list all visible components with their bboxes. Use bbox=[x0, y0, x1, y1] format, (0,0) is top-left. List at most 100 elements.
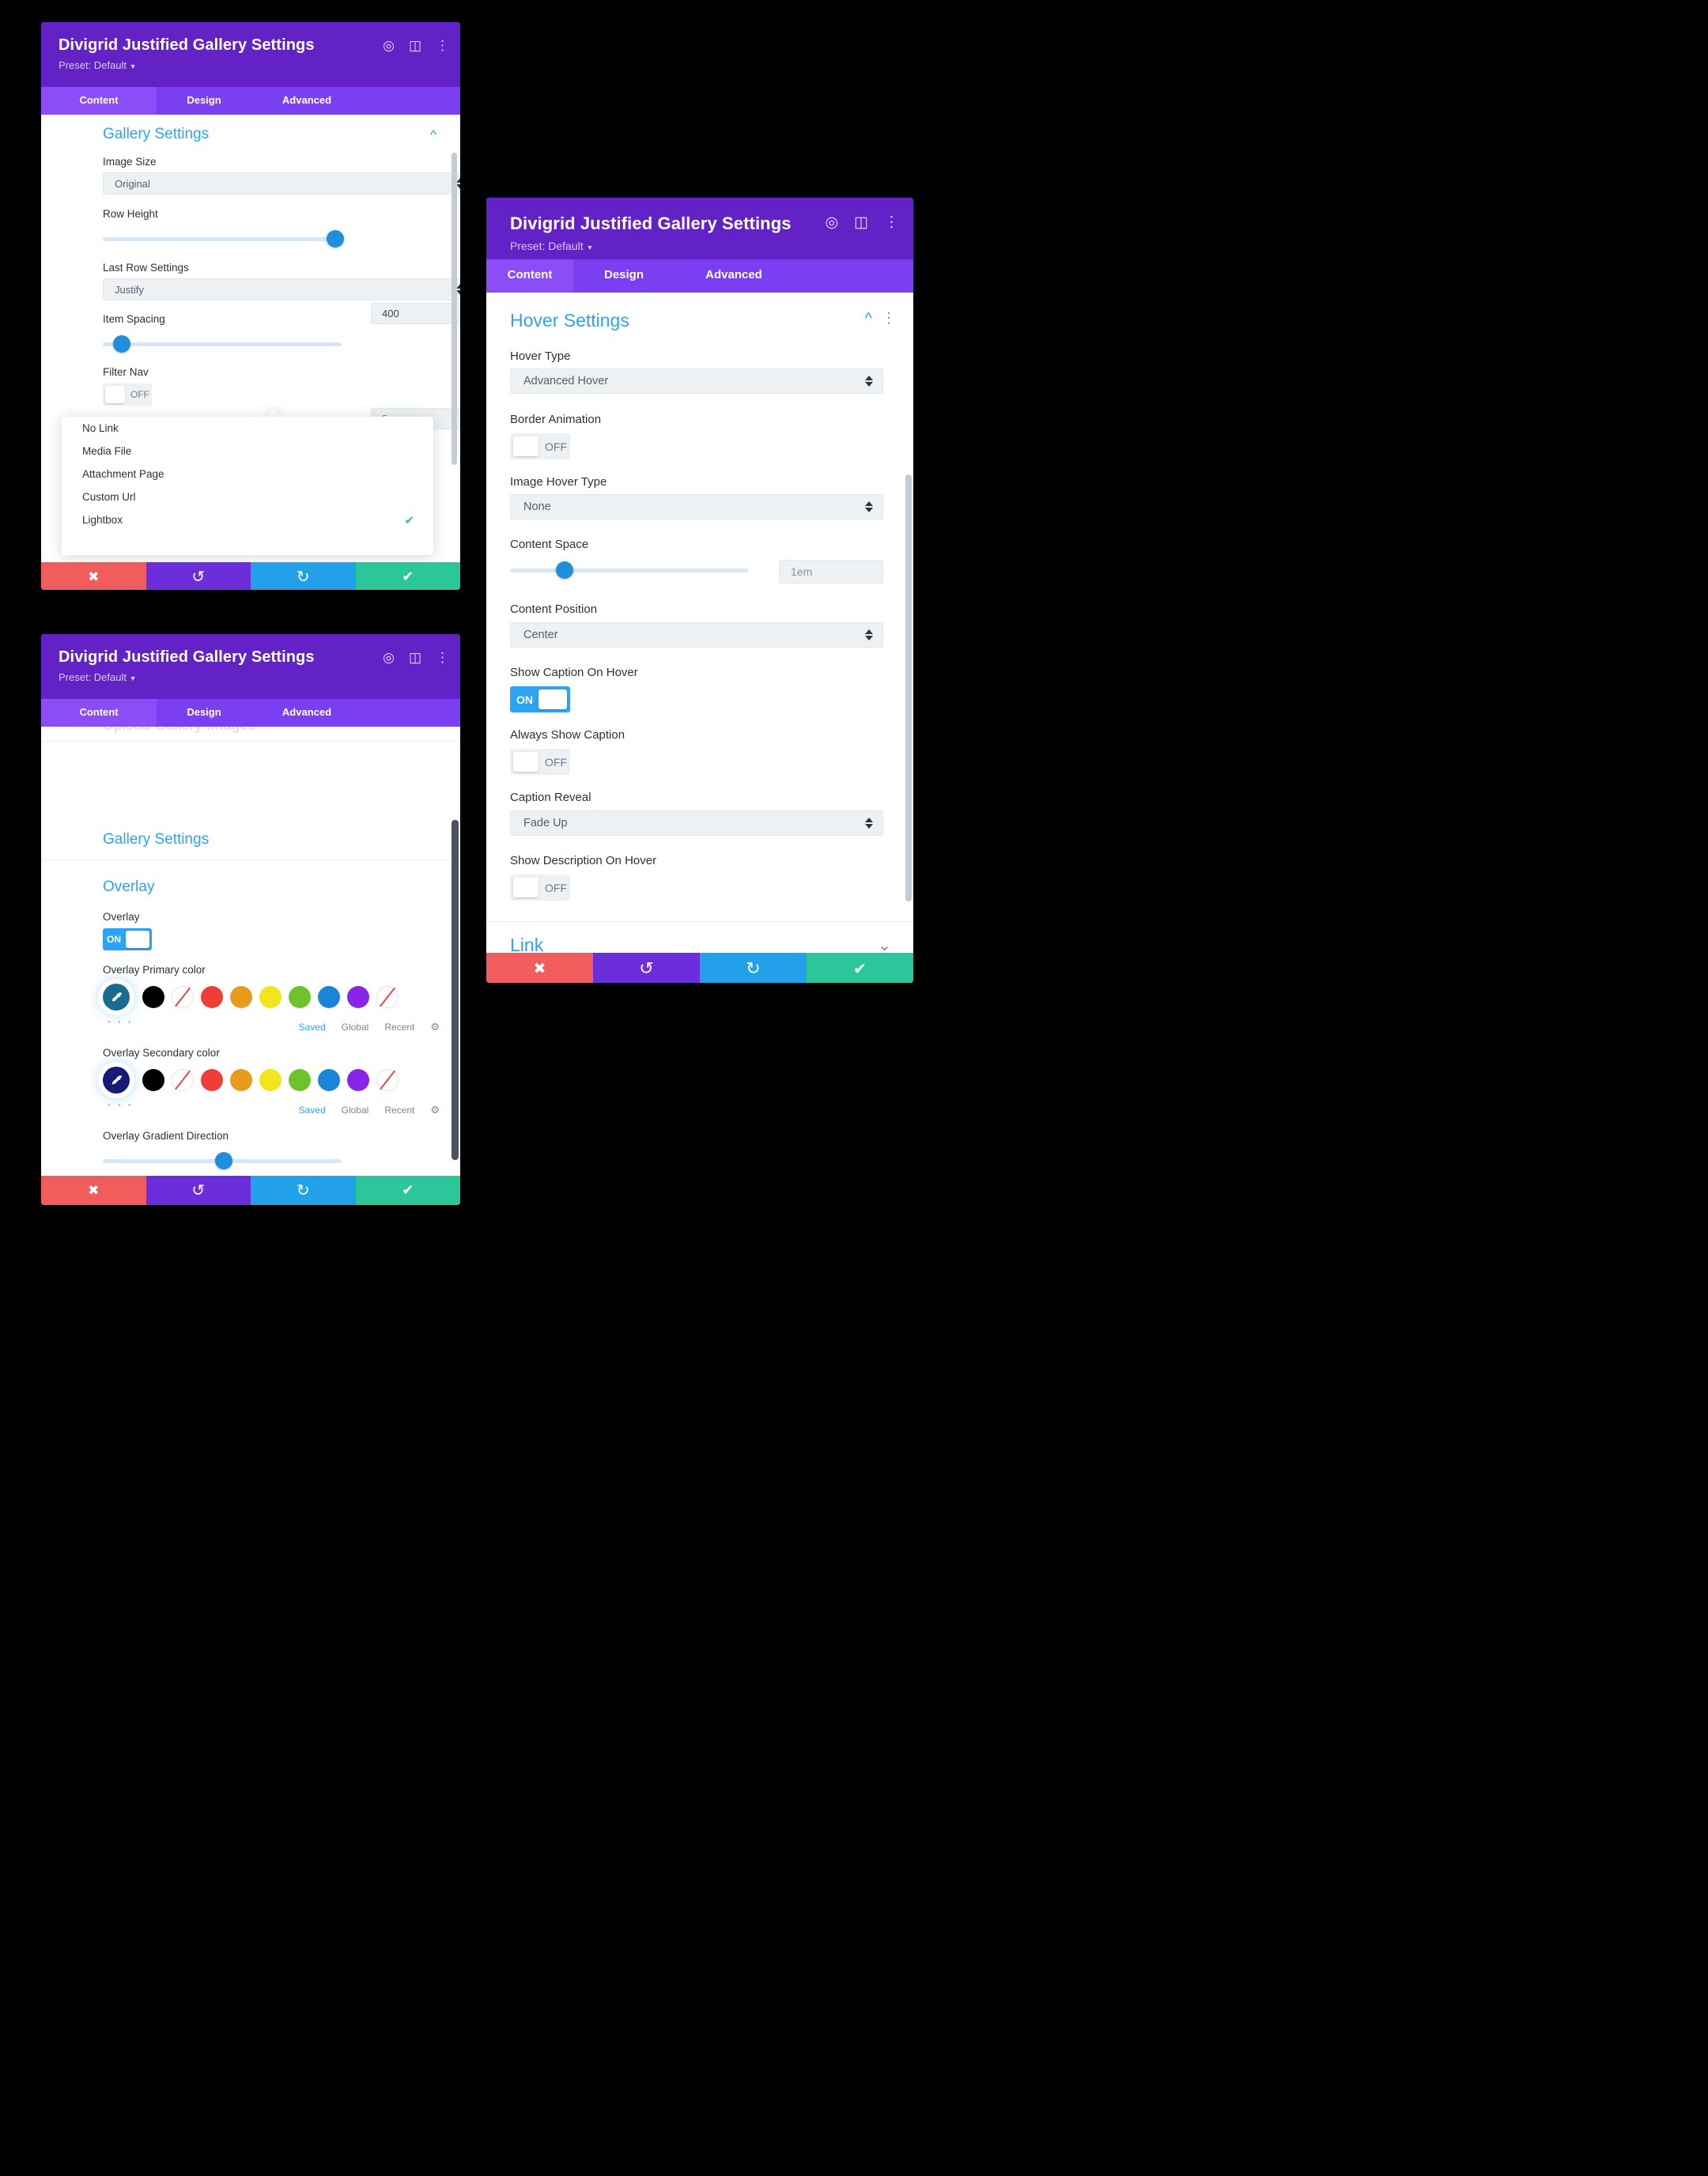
cancel-button[interactable]: ✖ bbox=[41, 1176, 146, 1205]
meta-recent[interactable]: Recent bbox=[384, 1105, 414, 1116]
swatch-yellow[interactable] bbox=[259, 1069, 282, 1091]
swatch-blue[interactable] bbox=[318, 1069, 340, 1091]
slider-knob[interactable] bbox=[215, 1152, 232, 1169]
slider-knob[interactable] bbox=[556, 561, 573, 579]
tab-advanced[interactable]: Advanced bbox=[251, 699, 362, 727]
value-content-space[interactable]: 1em bbox=[779, 560, 883, 584]
color-picker-primary[interactable] bbox=[103, 984, 130, 1011]
swatch-white[interactable] bbox=[172, 1069, 194, 1091]
fullscreen-icon[interactable]: ◎ bbox=[825, 213, 838, 232]
swatch-none[interactable] bbox=[376, 1069, 399, 1091]
swatch-orange[interactable] bbox=[230, 1069, 252, 1091]
preset-dropdown[interactable]: Preset: Default ▼ bbox=[59, 59, 436, 71]
save-button[interactable]: ✔ bbox=[807, 953, 913, 983]
select-caption-reveal[interactable]: Fade Up bbox=[510, 810, 883, 836]
section-overlay[interactable]: Overlay ^ bbox=[103, 878, 460, 896]
select-hover-type[interactable]: Advanced Hover bbox=[510, 368, 883, 394]
select-image-hover-type[interactable]: None bbox=[510, 494, 883, 519]
undo-button[interactable]: ↺ bbox=[593, 953, 700, 983]
toggle-overlay[interactable]: ON bbox=[103, 928, 152, 950]
swatch-blue[interactable] bbox=[318, 986, 340, 1008]
section-more-options-icon[interactable]: ⋮ bbox=[882, 310, 896, 327]
tab-advanced[interactable]: Advanced bbox=[675, 259, 793, 293]
fullscreen-icon[interactable]: ◎ bbox=[383, 650, 395, 666]
tab-design[interactable]: Design bbox=[573, 259, 675, 293]
tab-design[interactable]: Design bbox=[157, 699, 251, 727]
meta-global[interactable]: Global bbox=[342, 1022, 369, 1033]
swatch-red[interactable] bbox=[201, 986, 223, 1008]
split-view-icon[interactable]: ◫ bbox=[854, 213, 868, 232]
select-last-row-settings[interactable]: Justify bbox=[103, 278, 460, 300]
slider-overlay-gradient-direction[interactable] bbox=[103, 1152, 342, 1169]
swatch-none[interactable] bbox=[376, 986, 399, 1008]
swatch-overflow-dots-primary[interactable]: • • • bbox=[108, 1018, 134, 1027]
preset-dropdown[interactable]: Preset: Default ▼ bbox=[510, 240, 890, 252]
split-view-icon[interactable]: ◫ bbox=[409, 38, 421, 54]
meta-global[interactable]: Global bbox=[342, 1105, 369, 1116]
dropdown-item-custom-url[interactable]: Custom Url bbox=[62, 485, 433, 508]
meta-saved[interactable]: Saved bbox=[299, 1022, 326, 1033]
select-image-size[interactable]: Original bbox=[103, 172, 460, 195]
section-title-hover-settings[interactable]: Hover Settings bbox=[510, 310, 629, 331]
swatch-purple[interactable] bbox=[347, 1069, 369, 1091]
cancel-button[interactable]: ✖ bbox=[486, 953, 593, 983]
chevron-down-icon[interactable]: ⌄ bbox=[878, 935, 891, 953]
undo-button[interactable]: ↺ bbox=[145, 1176, 251, 1205]
split-view-icon[interactable]: ◫ bbox=[409, 650, 421, 666]
more-options-icon[interactable]: ⋮ bbox=[436, 650, 449, 666]
swatch-yellow[interactable] bbox=[259, 986, 282, 1008]
redo-button[interactable]: ↻ bbox=[251, 562, 356, 590]
dropdown-item-lightbox[interactable]: Lightbox ✔ bbox=[62, 508, 433, 531]
slider-knob[interactable] bbox=[327, 230, 344, 247]
swatch-orange[interactable] bbox=[230, 986, 252, 1008]
save-button[interactable]: ✔ bbox=[355, 562, 460, 590]
section-upload-gallery-images[interactable]: Upload Gallery Images ⌄ bbox=[103, 727, 460, 735]
fullscreen-icon[interactable]: ◎ bbox=[383, 38, 395, 54]
swatch-purple[interactable] bbox=[347, 986, 369, 1008]
section-collapse-chevron[interactable]: ^ bbox=[430, 127, 436, 143]
dropdown-item-attachment-page[interactable]: Attachment Page bbox=[62, 463, 433, 485]
more-options-icon[interactable]: ⋮ bbox=[884, 213, 899, 232]
swatch-red[interactable] bbox=[201, 1069, 223, 1091]
panel-scrollbar[interactable] bbox=[452, 820, 459, 1160]
dropdown-item-no-link[interactable]: No Link bbox=[62, 417, 433, 440]
section-collapse-chevron[interactable]: ^ bbox=[865, 310, 872, 328]
redo-button[interactable]: ↻ bbox=[251, 1176, 356, 1205]
toggle-always-show-caption[interactable]: OFF bbox=[510, 749, 570, 775]
swatch-white[interactable] bbox=[172, 986, 194, 1008]
preset-dropdown[interactable]: Preset: Default ▼ bbox=[59, 671, 436, 683]
swatch-overflow-dots-secondary[interactable]: • • • bbox=[108, 1101, 134, 1110]
tab-content[interactable]: Content bbox=[41, 87, 157, 115]
section-title-gallery-settings[interactable]: Gallery Settings bbox=[103, 126, 209, 142]
tab-content[interactable]: Content bbox=[41, 699, 157, 727]
toggle-show-caption-on-hover[interactable]: ON bbox=[510, 686, 570, 712]
swatch-green[interactable] bbox=[289, 1069, 311, 1091]
slider-row-height[interactable] bbox=[103, 230, 344, 247]
section-link[interactable]: Link ⌄ bbox=[510, 935, 891, 953]
cancel-button[interactable]: ✖ bbox=[41, 562, 146, 590]
slider-item-spacing[interactable] bbox=[103, 335, 342, 353]
tab-content[interactable]: Content bbox=[486, 259, 573, 293]
select-content-position[interactable]: Center bbox=[510, 622, 883, 648]
panel-scrollbar[interactable] bbox=[905, 474, 912, 901]
tab-design[interactable]: Design bbox=[157, 87, 251, 115]
swatch-green[interactable] bbox=[289, 986, 311, 1008]
redo-button[interactable]: ↻ bbox=[700, 953, 807, 983]
color-picker-secondary[interactable] bbox=[103, 1067, 130, 1094]
toggle-filter-nav[interactable]: OFF bbox=[103, 383, 152, 406]
more-options-icon[interactable]: ⋮ bbox=[436, 38, 449, 54]
toggle-border-animation[interactable]: OFF bbox=[510, 433, 570, 459]
tab-advanced[interactable]: Advanced bbox=[251, 87, 362, 115]
slider-knob[interactable] bbox=[113, 335, 130, 353]
save-button[interactable]: ✔ bbox=[355, 1176, 460, 1205]
undo-button[interactable]: ↺ bbox=[145, 562, 251, 590]
dropdown-item-media-file[interactable]: Media File bbox=[62, 440, 433, 463]
swatch-black[interactable] bbox=[142, 1069, 164, 1091]
toggle-show-description-on-hover[interactable]: OFF bbox=[510, 875, 570, 901]
panel-scrollbar[interactable] bbox=[452, 153, 457, 465]
gear-icon[interactable]: ⚙ bbox=[430, 1104, 440, 1116]
swatch-black[interactable] bbox=[142, 986, 164, 1008]
meta-saved[interactable]: Saved bbox=[299, 1105, 326, 1116]
section-gallery-settings[interactable]: Gallery Settings ⌄ bbox=[103, 831, 460, 848]
gear-icon[interactable]: ⚙ bbox=[430, 1021, 440, 1033]
